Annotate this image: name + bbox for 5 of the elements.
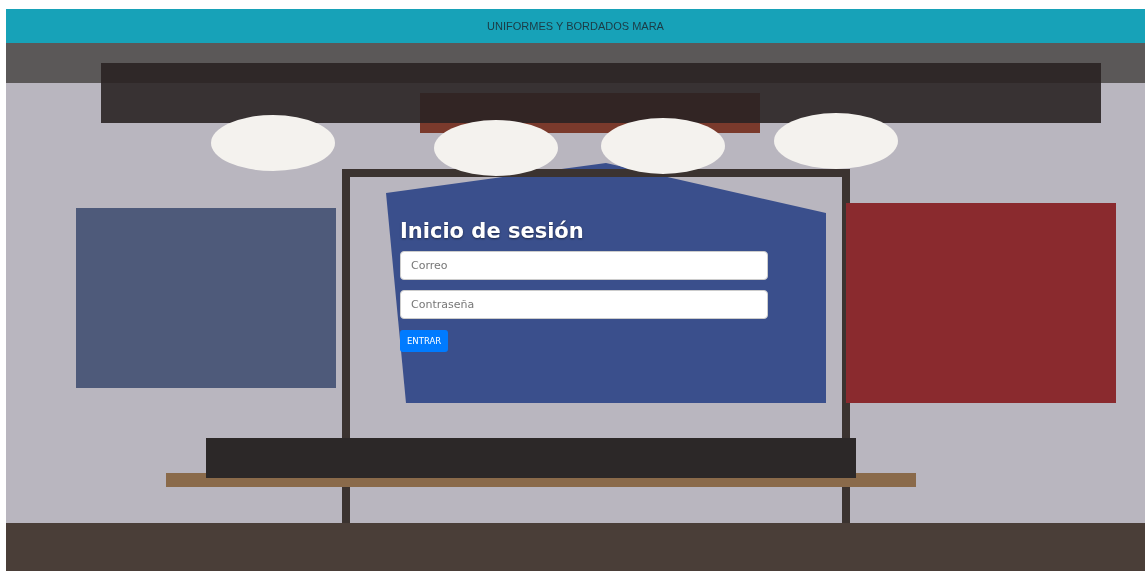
password-field[interactable]: Contraseña bbox=[400, 290, 768, 319]
email-field[interactable]: Correo bbox=[400, 251, 768, 280]
site-title: UNIFORMES Y BORDADOS MARA bbox=[487, 20, 664, 32]
login-button[interactable]: ENTRAR bbox=[400, 330, 449, 352]
login-title: Inicio de sesión bbox=[400, 219, 585, 243]
